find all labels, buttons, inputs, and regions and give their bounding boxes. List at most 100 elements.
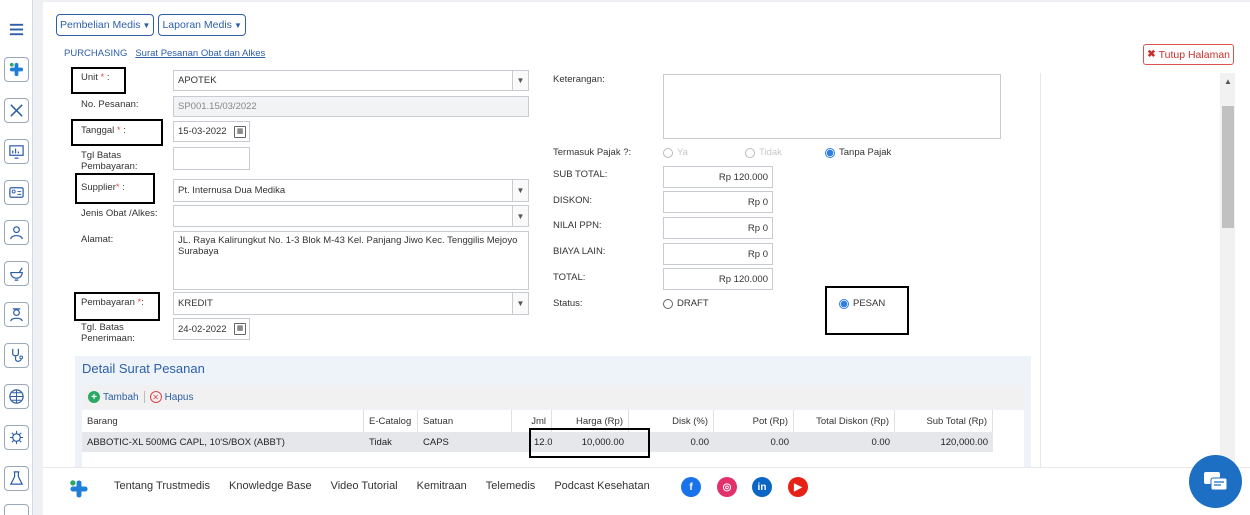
- chat-widget-button[interactable]: [1189, 455, 1242, 508]
- supplier-select[interactable]: Pt. Internusa Dua Medika ▼: [173, 179, 529, 202]
- total-field: Rp 120.000: [663, 268, 773, 290]
- tambah-label: Tambah: [103, 391, 139, 403]
- laporan-medis-label: Laporan Medis: [162, 19, 232, 31]
- footer-link[interactable]: Telemedis: [486, 480, 536, 492]
- tgl-batas-penerimaan-label: Tgl. Batas Penerimaan:: [81, 322, 135, 344]
- scrollbar-thumb[interactable]: [1222, 106, 1234, 228]
- left-sidebar: [0, 0, 33, 515]
- footer-link[interactable]: Video Tutorial: [331, 480, 398, 492]
- table-cell[interactable]: 0.00: [714, 432, 794, 452]
- close-page-button[interactable]: ✖ Tutup Halaman: [1143, 44, 1234, 65]
- subtotal-field: Rp 120.000: [663, 166, 773, 188]
- tambah-button[interactable]: + Tambah: [88, 391, 139, 403]
- pembelian-medis-label: Pembelian Medis: [60, 19, 141, 31]
- footer-link[interactable]: Tentang Trustmedis: [114, 480, 210, 492]
- pajak-ya-label: Ya: [677, 147, 688, 158]
- table-cell[interactable]: ABBOTIC-XL 500MG CAPL, 10'S/BOX (ABBT): [82, 432, 364, 452]
- chat-icon: [1203, 471, 1227, 490]
- diskon-input[interactable]: Rp 0: [663, 191, 773, 213]
- trustmedis-logo-icon[interactable]: [4, 57, 29, 82]
- status-label: Status:: [553, 298, 583, 309]
- highlight-frame: [75, 173, 155, 204]
- scroll-up-icon[interactable]: ▲: [1224, 77, 1232, 86]
- nilai-ppn-label: NILAI PPN:: [553, 220, 602, 231]
- nurse-icon[interactable]: [4, 302, 29, 327]
- pajak-tanpa-radio[interactable]: Tanpa Pajak: [825, 147, 891, 158]
- radio-selected-icon: [839, 298, 849, 309]
- keterangan-textarea[interactable]: [663, 74, 1001, 139]
- table-cell[interactable]: Tidak: [364, 432, 418, 452]
- virus-icon[interactable]: [4, 425, 29, 450]
- tools-icon[interactable]: [4, 98, 29, 123]
- tgl-batas-pembayaran-input[interactable]: [173, 147, 250, 170]
- toolbar-divider: [143, 391, 145, 403]
- instagram-icon[interactable]: ◎: [717, 477, 737, 497]
- hapus-button[interactable]: ✕ Hapus: [149, 391, 193, 403]
- globe-icon[interactable]: [4, 384, 29, 409]
- column-header[interactable]: Barang: [82, 410, 364, 432]
- table-cell[interactable]: 120,000.00: [895, 432, 993, 452]
- chevron-down-icon: ▼: [512, 206, 528, 226]
- linkedin-icon[interactable]: in: [752, 477, 772, 497]
- alamat-label: Alamat:: [81, 234, 114, 245]
- footer-link[interactable]: Kemitraan: [417, 480, 467, 492]
- alamat-textarea[interactable]: JL. Raya Kalirungkut No. 1-3 Blok M-43 K…: [173, 231, 529, 290]
- radio-selected-icon: [825, 147, 835, 158]
- user-icon[interactable]: [4, 220, 29, 245]
- top-menu: Pembelian Medis ▼ Laporan Medis ▼: [56, 14, 246, 36]
- trustmedis-logo-icon[interactable]: [68, 478, 90, 503]
- mortar-pestle-icon[interactable]: [4, 261, 29, 286]
- pajak-tidak-label: Tidak: [759, 147, 782, 158]
- status-draft-radio[interactable]: DRAFT: [663, 298, 709, 309]
- biaya-lain-input[interactable]: Rp 0: [663, 243, 773, 265]
- column-header[interactable]: Total Diskon (Rp): [794, 410, 895, 432]
- column-header[interactable]: Sub Total (Rp): [895, 410, 993, 432]
- highlight-frame: [71, 67, 126, 94]
- tgl-batas-pembayaran-label: Tgl Batas Pembayaran:: [81, 150, 138, 172]
- nilai-ppn-field: Rp 0: [663, 217, 773, 239]
- breadcrumb-root[interactable]: PURCHASING: [64, 48, 127, 59]
- total-label: TOTAL:: [553, 272, 586, 283]
- radio-icon: [663, 147, 673, 158]
- table-cell[interactable]: 0.00: [794, 432, 895, 452]
- termasuk-pajak-label: Termasuk Pajak ?:: [553, 147, 632, 158]
- column-header[interactable]: E-Catalog: [364, 410, 418, 432]
- facebook-icon[interactable]: f: [681, 477, 701, 497]
- unit-select[interactable]: APOTEK ▼: [173, 70, 529, 91]
- stethoscope-icon[interactable]: [4, 343, 29, 368]
- detail-toolbar: + Tambah ✕ Hapus: [82, 385, 1024, 409]
- radio-icon: [745, 147, 755, 158]
- breadcrumb: PURCHASING Surat Pesanan Obat dan Alkes: [64, 48, 265, 59]
- table-cell[interactable]: CAPS: [418, 432, 512, 452]
- printer-icon[interactable]: [4, 504, 29, 515]
- status-draft-label: DRAFT: [677, 298, 709, 309]
- youtube-icon[interactable]: ▶: [788, 477, 808, 497]
- calendar-icon[interactable]: ▦: [234, 126, 246, 138]
- chevron-down-icon: ▼: [233, 20, 242, 30]
- column-header[interactable]: Pot (Rp): [714, 410, 794, 432]
- status-pesan-label: PESAN: [853, 298, 886, 309]
- id-card-icon[interactable]: [4, 180, 29, 205]
- pajak-tidak-radio[interactable]: Tidak: [745, 147, 782, 158]
- pembayaran-select[interactable]: KREDIT ▼: [173, 292, 529, 315]
- jenis-obat-select[interactable]: ▼: [173, 205, 529, 227]
- status-pesan-radio[interactable]: PESAN: [839, 298, 885, 309]
- delete-icon: ✕: [149, 391, 162, 403]
- laporan-medis-menu[interactable]: Laporan Medis ▼: [158, 14, 246, 36]
- no-pesanan-label: No. Pesanan:: [81, 99, 139, 110]
- pajak-ya-radio[interactable]: Ya: [663, 147, 688, 158]
- close-icon: ✖: [1147, 49, 1156, 60]
- column-header[interactable]: Satuan: [418, 410, 512, 432]
- chevron-down-icon: ▼: [512, 180, 528, 201]
- menu-icon[interactable]: [4, 17, 29, 42]
- chevron-down-icon: ▼: [512, 293, 528, 314]
- breadcrumb-current[interactable]: Surat Pesanan Obat dan Alkes: [135, 48, 265, 59]
- footer-link[interactable]: Podcast Kesehatan: [554, 480, 649, 492]
- flask-icon[interactable]: [4, 466, 29, 491]
- chevron-down-icon: ▼: [512, 71, 528, 90]
- highlight-frame: [825, 286, 909, 335]
- monitor-chart-icon[interactable]: [4, 139, 29, 164]
- footer-link[interactable]: Knowledge Base: [229, 480, 312, 492]
- pembelian-medis-menu[interactable]: Pembelian Medis ▼: [56, 14, 155, 36]
- calendar-icon[interactable]: ▦: [234, 323, 246, 335]
